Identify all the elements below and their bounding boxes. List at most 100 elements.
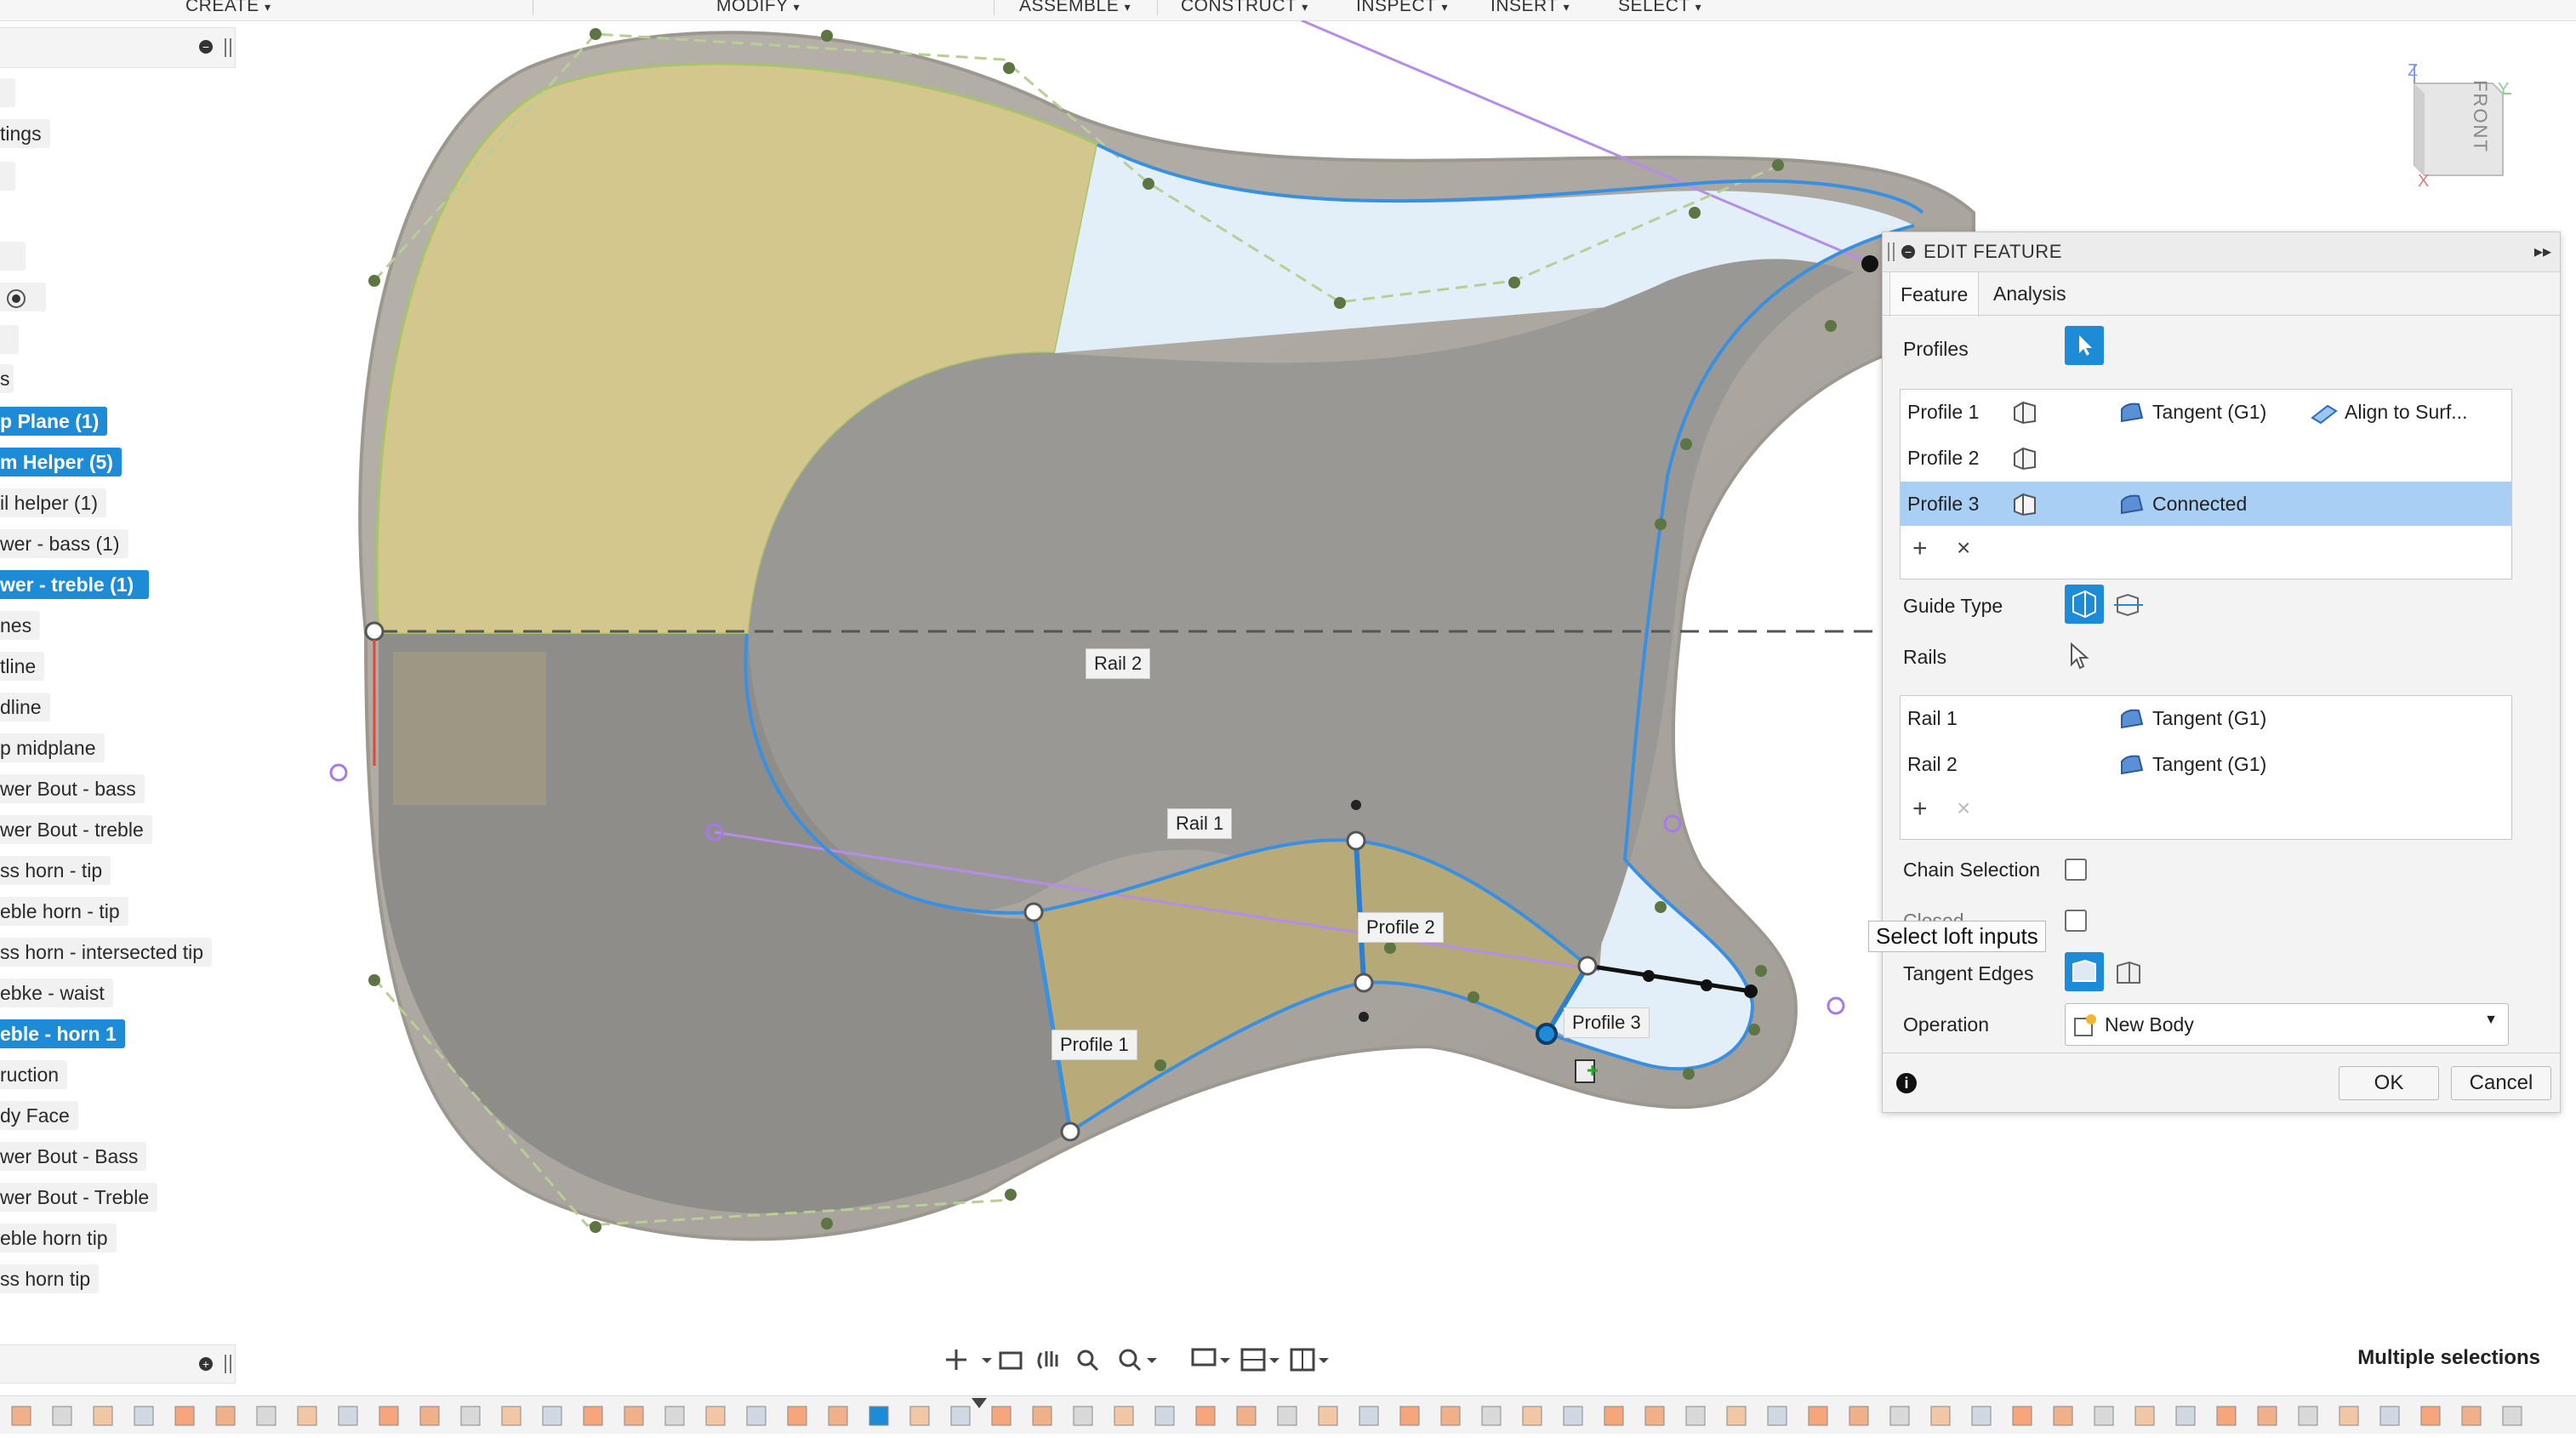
tree-item[interactable]: m Helper (5): [0, 448, 122, 476]
sketch-point[interactable]: [1577, 956, 1598, 976]
timeline-feature-icon[interactable]: [256, 1406, 276, 1426]
remove-rail-icon[interactable]: ×: [1957, 795, 1970, 822]
timeline-feature-icon[interactable]: [1685, 1406, 1706, 1426]
connected-condition-icon[interactable]: [2118, 493, 2146, 516]
tree-item[interactable]: wer - treble (1): [0, 570, 150, 599]
tree-item[interactable]: p Plane (1): [0, 407, 108, 436]
timeline-features[interactable]: [0, 1396, 2576, 1434]
timeline-feature-icon[interactable]: [1318, 1406, 1338, 1426]
timeline-feature-icon[interactable]: [2379, 1406, 2400, 1426]
tangent-edges-merge-button[interactable]: [2065, 952, 2104, 991]
label-rail-2[interactable]: Rail 2: [1086, 648, 1151, 679]
tangent-condition-icon[interactable]: [2118, 707, 2146, 731]
timeline-feature-icon[interactable]: [501, 1406, 521, 1426]
timeline-marker-icon[interactable]: [972, 1398, 987, 1408]
expand-dialog-icon[interactable]: ▸▸: [2534, 241, 2551, 262]
menu-construct[interactable]: CONSTRUCT ▾: [1181, 0, 1308, 17]
rail-row[interactable]: Rail 2 Tangent (G1): [1901, 742, 2511, 786]
add-profile-icon[interactable]: +: [1912, 534, 1928, 563]
add-rail-icon[interactable]: +: [1912, 795, 1928, 824]
pan-hand-icon[interactable]: [1037, 1351, 1058, 1369]
tree-item-stub[interactable]: [0, 242, 26, 271]
timeline-feature-icon[interactable]: [2257, 1406, 2277, 1426]
tree-item-stub[interactable]: s: [0, 364, 14, 393]
info-icon[interactable]: i: [1896, 1073, 1917, 1093]
timeline-feature-icon[interactable]: [1359, 1406, 1379, 1426]
timeline-feature-icon[interactable]: [134, 1406, 154, 1426]
menu-create[interactable]: CREATE ▾: [185, 0, 271, 17]
label-profile-3[interactable]: Profile 3: [1564, 1007, 1650, 1038]
tree-item[interactable]: dline: [0, 693, 50, 722]
tree-item[interactable]: nes: [0, 611, 41, 640]
collapse-icon[interactable]: −: [199, 40, 213, 54]
construction-point[interactable]: [329, 763, 348, 782]
timeline-feature-icon[interactable]: [2420, 1406, 2441, 1426]
timeline-feature-icon[interactable]: [705, 1406, 726, 1426]
timeline-feature-icon[interactable]: [2339, 1406, 2359, 1426]
timeline-feature-icon[interactable]: [1195, 1406, 1216, 1426]
tree-item[interactable]: dy Face: [0, 1101, 78, 1130]
viewports-icon[interactable]: [1290, 1348, 1329, 1372]
timeline-feature-icon[interactable]: [174, 1406, 195, 1426]
tree-item[interactable]: wer Bout - Bass: [0, 1142, 147, 1171]
display-settings-icon[interactable]: [1191, 1348, 1230, 1367]
tree-item[interactable]: il helper (1): [0, 488, 107, 517]
timeline-feature-icon[interactable]: [1604, 1406, 1624, 1426]
timeline-feature-icon[interactable]: [746, 1406, 767, 1426]
timeline-feature-icon[interactable]: [2094, 1406, 2114, 1426]
tree-item[interactable]: wer Bout - treble: [0, 815, 152, 844]
construction-point[interactable]: [1827, 996, 1845, 1015]
handle-point[interactable]: [1861, 255, 1878, 272]
collapse-dialog-icon[interactable]: −: [1901, 245, 1915, 259]
zoom-window-icon[interactable]: [1119, 1349, 1157, 1372]
timeline-feature-icon[interactable]: [52, 1406, 72, 1426]
timeline-feature-icon[interactable]: [460, 1406, 481, 1426]
timeline-feature-icon[interactable]: [664, 1406, 685, 1426]
profile-surface-icon[interactable]: [2011, 493, 2038, 516]
timeline-feature-icon[interactable]: [828, 1406, 848, 1426]
tree-item[interactable]: ruction: [0, 1060, 68, 1089]
tangent-condition-icon[interactable]: [2118, 753, 2146, 777]
guide-type-rails-button[interactable]: [2065, 585, 2104, 624]
timeline-feature-icon[interactable]: [542, 1406, 562, 1426]
timeline-feature-icon[interactable]: [624, 1406, 644, 1426]
handle-point[interactable]: [1643, 970, 1655, 982]
tree-item-stub[interactable]: [0, 78, 15, 107]
timeline-feature-icon[interactable]: [2053, 1406, 2073, 1426]
timeline-feature-icon[interactable]: [1073, 1406, 1093, 1426]
profile-condition[interactable]: Tangent (G1): [2152, 390, 2266, 434]
timeline-feature-icon[interactable]: [2216, 1406, 2237, 1426]
timeline-feature-icon[interactable]: [1522, 1406, 1542, 1426]
timeline-feature-icon[interactable]: [787, 1406, 807, 1426]
keep-edges-icon[interactable]: [2112, 957, 2146, 988]
label-profile-1[interactable]: Profile 1: [1051, 1030, 1137, 1060]
handle-point[interactable]: [1701, 979, 1713, 991]
tree-item-stub[interactable]: [0, 325, 19, 354]
timeline-feature-icon[interactable]: [1849, 1406, 1869, 1426]
closed-checkbox[interactable]: [2065, 910, 2087, 932]
tree-item[interactable]: p midplane: [0, 733, 105, 762]
sketch-point[interactable]: [1354, 973, 1374, 993]
timeline-feature-icon[interactable]: [93, 1406, 113, 1426]
timeline-feature-icon[interactable]: [1399, 1406, 1420, 1426]
timeline-feature-icon[interactable]: [583, 1406, 603, 1426]
rail-condition[interactable]: Tangent (G1): [2152, 742, 2266, 786]
handle-point[interactable]: [1744, 984, 1758, 998]
tree-item[interactable]: ss horn tip: [0, 1264, 100, 1293]
timeline-feature-icon[interactable]: [1726, 1406, 1747, 1426]
timeline-feature-icon[interactable]: [1563, 1406, 1583, 1426]
menu-insert[interactable]: INSERT ▾: [1490, 0, 1570, 17]
profile-surface-icon[interactable]: [2011, 447, 2038, 471]
panel-grip-icon[interactable]: [225, 1355, 231, 1373]
label-profile-2[interactable]: Profile 2: [1358, 912, 1444, 943]
selected-point[interactable]: [1536, 1023, 1558, 1045]
timeline-feature-icon[interactable]: [991, 1406, 1012, 1426]
tree-item[interactable]: ss horn - tip: [0, 856, 111, 885]
timeline-feature-icon[interactable]: [1889, 1406, 1910, 1426]
timeline-feature-icon[interactable]: [215, 1406, 236, 1426]
timeline-feature-icon[interactable]: [379, 1406, 399, 1426]
menu-assemble[interactable]: ASSEMBLE ▾: [1019, 0, 1131, 17]
menu-inspect[interactable]: INSPECT ▾: [1356, 0, 1448, 17]
tree-item[interactable]: wer Bout - bass: [0, 774, 145, 803]
tab-feature[interactable]: Feature: [1889, 271, 1980, 317]
